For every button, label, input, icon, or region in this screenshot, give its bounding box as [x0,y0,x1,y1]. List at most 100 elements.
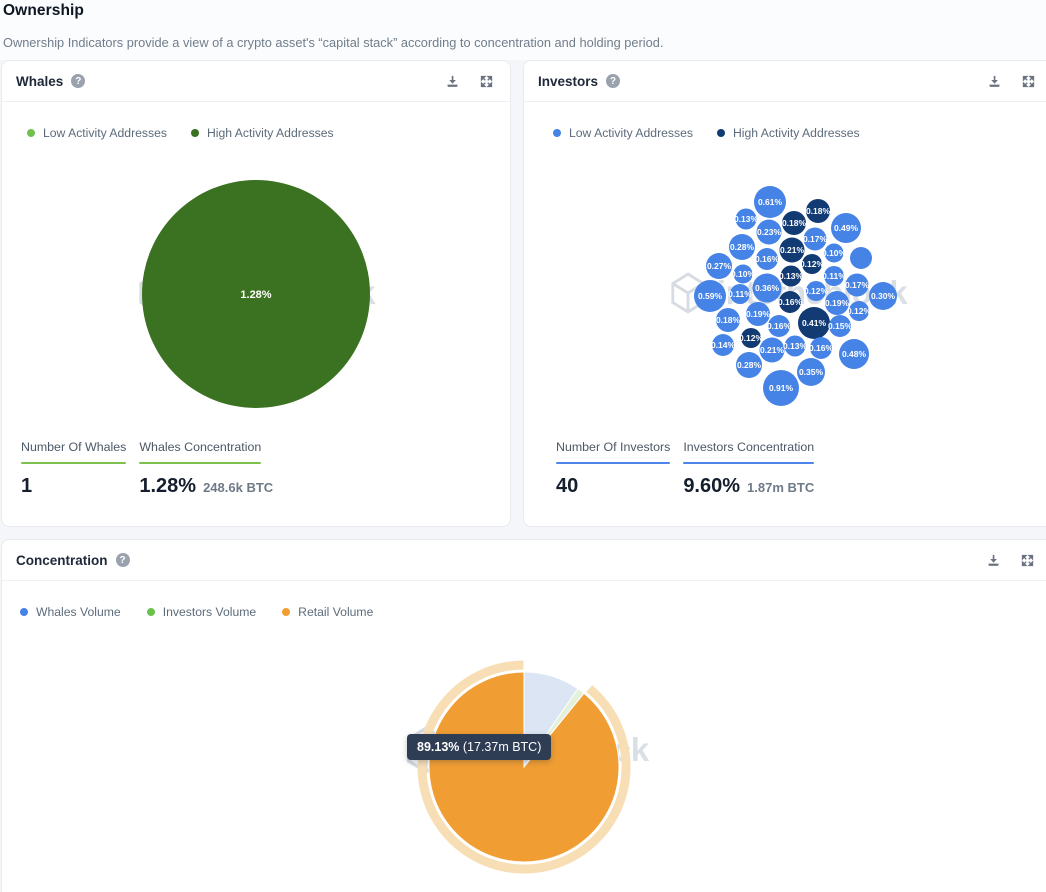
legend-dot [146,608,155,616]
legend-label: High Activity Addresses [206,126,334,140]
legend-item-retail-volume[interactable]: Retail Volume [282,605,373,619]
top-cards-row: Whales ? Low Activity Addresses High Act… [1,60,1046,527]
legend-item-whales-volume[interactable]: Whales Volume [20,605,121,619]
whales-legend: Low Activity Addresses High Activity Add… [2,102,510,140]
stat-value: 1.28% [139,475,197,497]
bubble-label: 0.27% [707,261,732,271]
bubble-label: 0.91% [769,383,794,393]
stat-underline [21,462,127,464]
stat-label: Investors Concentration [683,440,815,454]
whales-bubble-chart: intotheblock 1.28% [2,148,510,438]
bubble-label: 0.48% [842,349,867,359]
bubble-label: 1.28% [240,289,271,301]
bubble-label: 0.12% [739,333,764,343]
bubble-label: 0.41% [802,318,827,328]
bubble-label: 0.17% [845,280,870,290]
bubble-label: 0.36% [755,283,780,293]
help-icon[interactable]: ? [606,74,621,88]
stat-value: 40 [556,475,579,497]
expand-button[interactable] [1020,553,1035,568]
legend-dot [190,129,199,137]
bubble-label: 0.12% [847,306,872,316]
bubble-label: 0.19% [825,298,850,308]
pie-tooltip: 89.13% (17.37m BTC) [407,734,552,760]
legend-item-low-activity[interactable]: Low Activity Addresses [553,126,693,140]
page-subtitle: Ownership Indicators provide a view of a… [3,35,664,50]
bubble-label: 0.61% [758,197,783,207]
whales-card: Whales ? Low Activity Addresses High Act… [1,60,511,527]
help-icon[interactable]: ? [115,553,130,567]
expand-icon [480,75,493,87]
bubble-label: 0.11% [728,289,752,299]
tooltip-percent: 89.13% [417,740,460,754]
legend-dot [282,608,291,616]
stat-underline [683,462,815,464]
help-icon[interactable]: ? [71,74,86,88]
concentration-card-header: Concentration ? [2,540,1046,581]
download-icon [988,554,999,566]
stat-label: Number Of Whales [21,440,127,454]
legend-label: Retail Volume [298,605,374,619]
page-header: Ownership Ownership Indicators provide a… [0,0,1046,60]
bubble[interactable] [850,247,872,269]
investors-card-header: Investors ? [524,61,1046,102]
legend-item-low-activity[interactable]: Low Activity Addresses [27,126,167,140]
page-title: Ownership [3,2,84,19]
bubble-label: 0.28% [730,242,755,252]
download-button[interactable] [987,74,1002,89]
stat-whales-concentration: Whales Concentration 1.28% 248.6k BTC [139,440,273,498]
investors-stats: Number Of Investors 40 Investors Concent… [524,440,1046,498]
bubble-label: 0.21% [760,345,785,355]
legend-label: Low Activity Addresses [569,126,693,140]
bubble-label: 0.12% [800,259,825,269]
investors-card-actions [987,74,1036,89]
legend-dot [553,129,561,137]
expand-button[interactable] [1021,74,1036,89]
legend-dot [716,129,725,137]
whales-stats: Number Of Whales 1 Whales Concentration … [2,440,510,498]
tooltip-amount: (17.37m BTC) [459,740,542,754]
investors-bubble-chart: intotheblock 0.61%0.13%0.18%0.18%0.49%0.… [524,148,1046,438]
bubble-label: 0.18% [716,315,741,325]
expand-button[interactable] [479,74,494,89]
stat-sub-value: 248.6k BTC [203,480,274,495]
concentration-card: Concentration ? Whales Volume Investors … [1,539,1046,892]
legend-item-investors-volume[interactable]: Investors Volume [146,605,257,619]
investors-legend: Low Activity Addresses High Activity Add… [524,102,1046,140]
stat-label: Whales Concentration [139,440,262,454]
bubble-label: 0.16% [778,297,803,307]
bubble-label: 0.16% [809,343,834,353]
stat-value: 1 [21,475,33,497]
download-icon [447,75,458,87]
bubble-label: 0.18% [782,218,807,228]
concentration-card-title: Concentration [16,552,108,568]
bubble-label: 0.21% [780,245,805,255]
legend-label: High Activity Addresses [732,126,860,140]
bubble-label: 0.10% [731,269,756,279]
bubble-label: 0.16% [767,321,792,331]
concentration-card-actions [986,553,1035,568]
legend-dot [27,129,35,137]
bubble-label: 0.13% [779,271,804,281]
bubble-label: 0.18% [806,206,831,216]
legend-label: Whales Volume [36,605,121,619]
bubble-label: 0.35% [799,367,824,377]
bubble-label: 0.16% [755,254,780,264]
legend-item-high-activity[interactable]: High Activity Addresses [716,126,860,140]
bubble-label: 0.14% [711,340,736,350]
download-button[interactable] [986,553,1001,568]
whales-card-header: Whales ? [2,61,510,102]
investors-card: Investors ? Low Activity Addresses High … [523,60,1046,527]
bubble-label: 0.17% [803,234,828,244]
concentration-pie-chart: intotheblock 89.13% (17.37m BTC) [2,625,1046,875]
pie-slice-2[interactable] [428,671,620,863]
stat-investors-concentration: Investors Concentration 9.60% 1.87m BTC [683,440,814,498]
download-button[interactable] [445,74,460,89]
bubble-label: 0.49% [834,223,859,233]
legend-item-high-activity[interactable]: High Activity Addresses [190,126,334,140]
concentration-legend: Whales Volume Investors Volume Retail Vo… [2,581,1046,619]
expand-icon [1022,75,1035,87]
expand-icon [1021,554,1034,566]
bubble-label: 0.19% [746,309,771,319]
legend-label: Investors Volume [162,605,257,619]
